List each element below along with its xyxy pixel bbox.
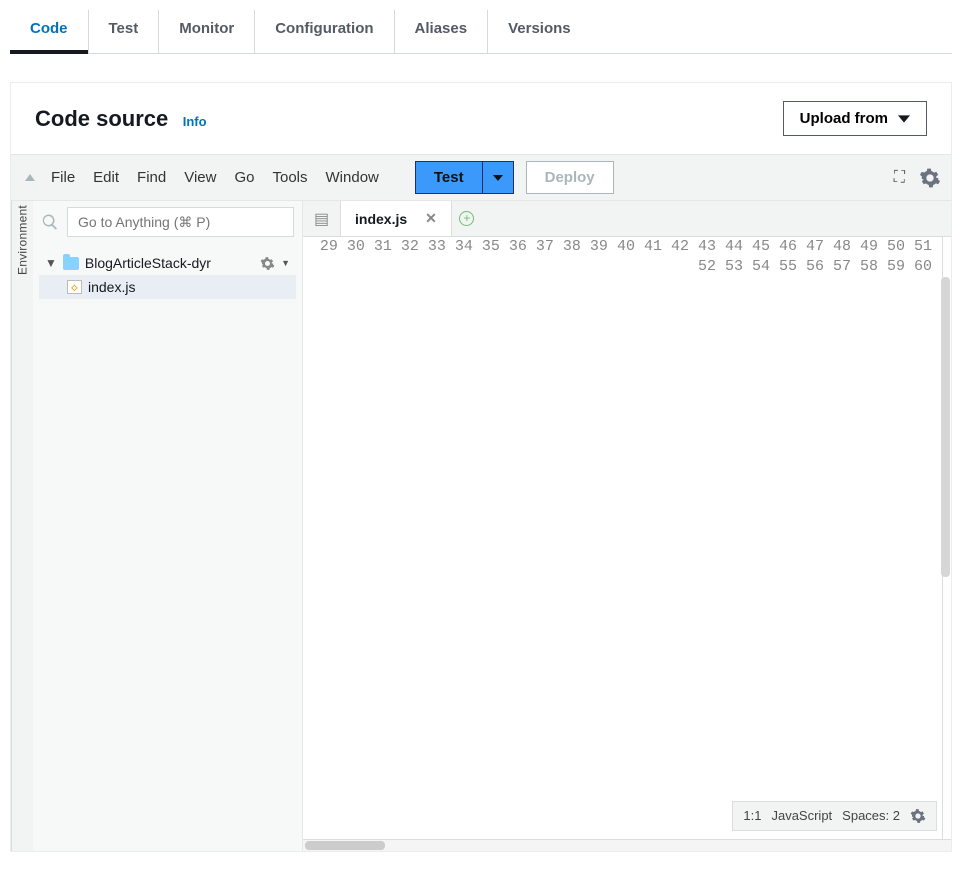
file-explorer: ▼ BlogArticleStack-dyr ▼ ◇ index.js (33, 201, 303, 851)
upload-from-label: Upload from (800, 110, 888, 127)
tab-monitor[interactable]: Monitor (159, 10, 255, 53)
vertical-scrollbar[interactable] (940, 277, 951, 815)
menu-go[interactable]: Go (234, 169, 254, 186)
panel-header: Code source Info Upload from (11, 83, 951, 154)
test-button[interactable]: Test (416, 162, 482, 193)
menu-view[interactable]: View (184, 169, 216, 186)
code-panel: Code source Info Upload from File Edit Fin… (10, 82, 952, 852)
folder-name: BlogArticleStack-dyr (85, 255, 211, 271)
file-tab[interactable]: index.js ✕ (341, 201, 452, 236)
info-link[interactable]: Info (183, 114, 207, 129)
chevron-down-icon: ▼ (281, 258, 290, 268)
gear-icon[interactable] (919, 167, 941, 189)
deploy-button[interactable]: Deploy (526, 161, 614, 194)
gear-icon[interactable] (910, 808, 926, 824)
search-icon[interactable] (41, 213, 59, 231)
status-bar: 1:1 JavaScript Spaces: 2 (732, 801, 937, 831)
file-name: index.js (88, 279, 135, 295)
file-tree: ▼ BlogArticleStack-dyr ▼ ◇ index.js (33, 243, 302, 307)
menu-file[interactable]: File (51, 169, 75, 186)
gear-icon[interactable] (260, 256, 275, 271)
indentation[interactable]: Spaces: 2 (842, 806, 900, 826)
horizontal-scrollbar[interactable] (303, 839, 951, 851)
tab-versions[interactable]: Versions (488, 10, 591, 53)
folder-row[interactable]: ▼ BlogArticleStack-dyr ▼ (39, 251, 296, 275)
menu-edit[interactable]: Edit (93, 169, 119, 186)
environment-tab[interactable]: Environment (11, 201, 33, 851)
menu-find[interactable]: Find (137, 169, 166, 186)
plus-circle-icon: + (459, 211, 474, 226)
scrollbar-thumb[interactable] (941, 277, 950, 577)
fullscreen-icon[interactable]: ⛶ (894, 169, 905, 187)
menu-bar: File Edit Find View Go Tools Window (51, 169, 379, 186)
cursor-position[interactable]: 1:1 (743, 806, 761, 826)
tab-list-icon[interactable]: ▤ (303, 201, 341, 236)
file-row[interactable]: ◇ index.js (39, 275, 296, 299)
tab-code[interactable]: Code (10, 10, 89, 53)
search-row (33, 201, 302, 243)
new-tab-button[interactable]: + (452, 211, 482, 226)
test-button-group: Test (415, 161, 514, 194)
tab-aliases[interactable]: Aliases (395, 10, 489, 53)
tab-configuration[interactable]: Configuration (255, 10, 394, 53)
goto-input[interactable] (67, 207, 294, 237)
language-mode[interactable]: JavaScript (771, 806, 832, 826)
editor-pane: ▤ index.js ✕ + 29 30 31 32 33 34 35 36 3… (303, 201, 951, 851)
tab-test[interactable]: Test (89, 10, 160, 53)
line-gutter: 29 30 31 32 33 34 35 36 37 38 39 40 41 4… (303, 237, 943, 839)
folder-icon (63, 257, 79, 270)
menu-tools[interactable]: Tools (272, 169, 307, 186)
ide-area: Environment ▼ BlogArticleStack-dyr ▼ (11, 201, 951, 851)
menu-window[interactable]: Window (326, 169, 379, 186)
scrollbar-thumb[interactable] (305, 841, 385, 850)
panel-title: Code source (35, 106, 168, 131)
caret-down-icon (898, 113, 910, 125)
editor-toolbar: File Edit Find View Go Tools Window Test Deplo… (11, 154, 951, 201)
js-file-icon: ◇ (67, 280, 82, 294)
collapse-arrow-icon[interactable] (25, 174, 35, 181)
upload-from-button[interactable]: Upload from (783, 101, 927, 136)
caret-down-icon (493, 173, 503, 183)
file-tab-label: index.js (355, 211, 407, 227)
close-icon[interactable]: ✕ (425, 210, 437, 227)
editor-tabbar: ▤ index.js ✕ + (303, 201, 951, 237)
main-tabs: CodeTestMonitorConfigurationAliasesVersi… (10, 10, 952, 54)
code-editor[interactable]: 29 30 31 32 33 34 35 36 37 38 39 40 41 4… (303, 237, 951, 839)
caret-down-icon: ▼ (45, 256, 57, 270)
test-dropdown-button[interactable] (482, 162, 513, 193)
